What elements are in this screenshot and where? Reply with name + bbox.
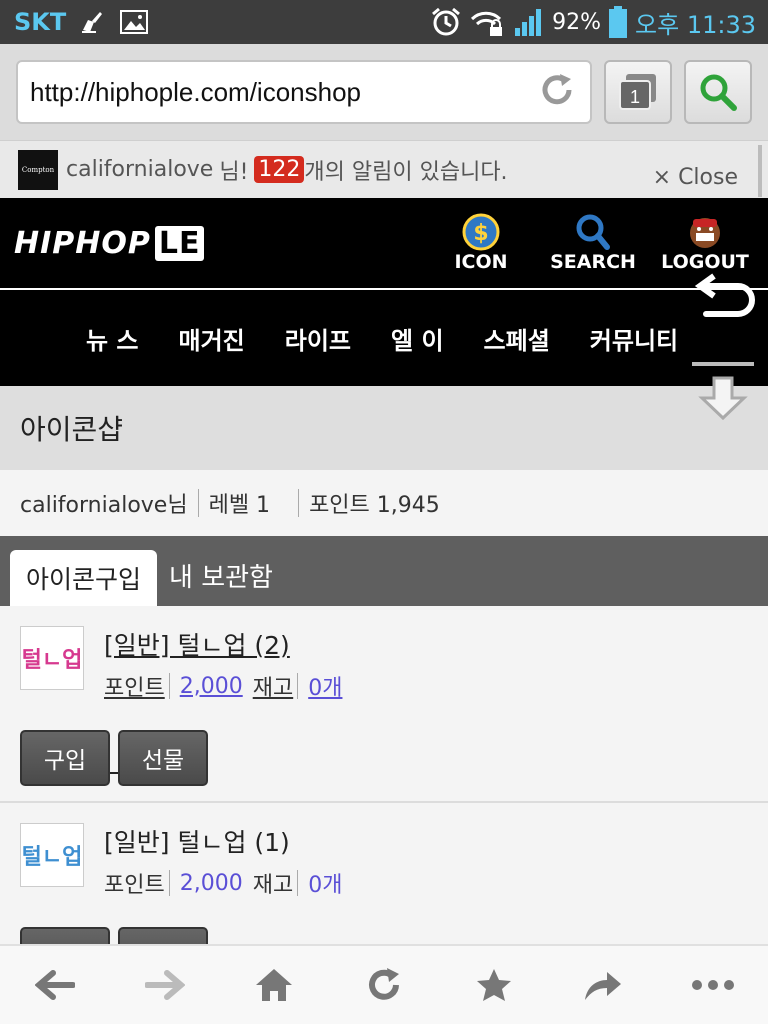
user-avatar: Compton	[18, 149, 58, 190]
forward-button[interactable]	[135, 955, 195, 1015]
stock-value: 0개	[308, 873, 343, 898]
header-icon-shop[interactable]: $ ICON	[438, 213, 524, 273]
share-arrow-icon	[585, 972, 622, 1000]
refresh-button[interactable]	[354, 955, 414, 1015]
scroll-down-icon[interactable]	[690, 358, 758, 428]
site-header: HIPHOP LE $ ICON SEARCH LOGOUT	[0, 198, 768, 288]
user-name: californialove님	[20, 493, 188, 518]
user-points: 포인트 1,945	[309, 493, 440, 518]
user-level: 레벨 1	[208, 493, 271, 518]
tab-bar: 아이콘구입 내 보관함	[0, 536, 768, 606]
header-icon-label: ICON	[454, 251, 508, 273]
tabs-icon: 1	[619, 74, 656, 110]
search-icon	[700, 74, 737, 111]
alarm-icon	[430, 6, 462, 38]
share-button[interactable]	[573, 955, 633, 1015]
item-title[interactable]: [일반] 털ㄴ업 (2)	[104, 626, 748, 662]
notification-count-badge[interactable]: 122	[254, 156, 305, 183]
nav-item-life[interactable]: 라이프	[285, 321, 351, 356]
refresh-icon	[369, 968, 399, 1000]
carrier-label: SKT	[14, 8, 67, 36]
divider	[297, 673, 299, 699]
user-info-bar: californialove님 레벨 1 포인트 1,945	[0, 470, 768, 536]
buy-button[interactable]: 구입	[20, 730, 110, 786]
more-dots-icon	[692, 980, 735, 990]
nav-item-special[interactable]: 스페셜	[484, 321, 550, 356]
site-logo-box: LE	[154, 225, 205, 261]
page-title: 아이콘샵	[0, 386, 768, 470]
nav-item-le[interactable]: 엘 이	[391, 321, 444, 356]
divider	[197, 489, 199, 517]
undo-icon[interactable]	[690, 272, 758, 332]
divider	[297, 870, 299, 896]
magnifier-icon	[576, 214, 610, 250]
divider	[110, 772, 118, 774]
header-search[interactable]: SEARCH	[550, 213, 636, 273]
nav-item-community[interactable]: 커뮤니티	[590, 321, 678, 356]
bookmark-button[interactable]	[464, 955, 524, 1015]
points-value: 2,000	[179, 673, 243, 699]
notification-bar: Compton californialove 님! 122 개의 알림이 있습니다…	[0, 140, 768, 198]
signal-icon	[514, 8, 544, 36]
back-button[interactable]	[25, 955, 85, 1015]
tab-my-storage[interactable]: 내 보관함	[157, 550, 285, 606]
gift-button[interactable]: 선물	[118, 730, 208, 786]
notification-suffix: 님!	[219, 159, 249, 185]
site-logo-text: HIPHOP	[14, 225, 151, 261]
site-logo[interactable]: HIPHOP LE	[14, 225, 205, 261]
notification-user: californialove	[66, 157, 214, 182]
battery-icon	[609, 6, 628, 38]
dollar-coin-icon: $	[462, 213, 500, 251]
notification-text: 개의 알림이 있습니다.	[304, 159, 508, 185]
divider	[168, 870, 170, 896]
nav-item-news[interactable]: 뉴 스	[86, 321, 139, 356]
url-bar[interactable]: http://hiphople.com/iconshop	[16, 60, 592, 124]
header-logout-label: LOGOUT	[661, 251, 749, 273]
notification-message: californialove 님! 122 개의 알림이 있습니다.	[66, 154, 508, 186]
url-text[interactable]: http://hiphople.com/iconshop	[30, 77, 361, 108]
stock-value: 0개	[308, 676, 343, 701]
close-button[interactable]: × Close	[653, 165, 738, 190]
reload-icon[interactable]	[538, 71, 576, 113]
gallery-icon	[120, 10, 149, 34]
points-label: 포인트	[104, 676, 165, 701]
tabs-button[interactable]: 1	[604, 60, 672, 124]
mascot-icon	[690, 218, 720, 248]
wifi-lock-icon	[470, 7, 506, 37]
scroll-indicator	[758, 145, 762, 197]
nav-item-magazine[interactable]: 매거진	[179, 321, 245, 356]
search-button[interactable]	[684, 60, 752, 124]
item-thumbnail[interactable]: 털ㄴ업	[20, 626, 84, 690]
arrow-right-icon	[144, 970, 185, 1000]
list-item: 털ㄴ업 [일반] 털ㄴ업 (2) 포인트 2,000 재고 0개 구입 선물	[0, 606, 768, 803]
tab-count: 1	[630, 87, 640, 107]
home-button[interactable]	[244, 955, 304, 1015]
stock-label: 재고	[252, 676, 294, 701]
more-button[interactable]	[683, 955, 743, 1015]
points-value: 2,000	[179, 870, 243, 896]
browser-bottom-bar	[0, 944, 768, 1024]
battery-percent: 92%	[552, 9, 602, 35]
home-icon	[256, 969, 293, 1001]
svg-text:$: $	[473, 221, 488, 246]
main-nav: 뉴 스 매거진 라이프 엘 이 스페셜 커뮤니티	[0, 288, 768, 386]
points-label: 포인트	[104, 873, 165, 898]
star-icon	[476, 969, 511, 1001]
stock-label: 재고	[252, 873, 294, 898]
divider	[168, 673, 170, 699]
arrow-left-icon	[34, 970, 75, 1000]
browser-toolbar: http://hiphople.com/iconshop 1	[0, 44, 768, 140]
item-title[interactable]: [일반] 털ㄴ업 (1)	[104, 823, 748, 859]
clock: 오후 11:33	[635, 10, 756, 39]
item-thumbnail[interactable]: 털ㄴ업	[20, 823, 84, 887]
tab-buy-icon[interactable]: 아이콘구입	[10, 550, 158, 606]
divider	[298, 489, 300, 517]
page-overlay-controls	[690, 272, 758, 432]
header-search-label: SEARCH	[550, 251, 636, 273]
header-logout[interactable]: LOGOUT	[661, 213, 749, 273]
status-bar: SKT 92% 오후 11:33	[0, 0, 768, 44]
cleaner-icon	[80, 10, 106, 34]
